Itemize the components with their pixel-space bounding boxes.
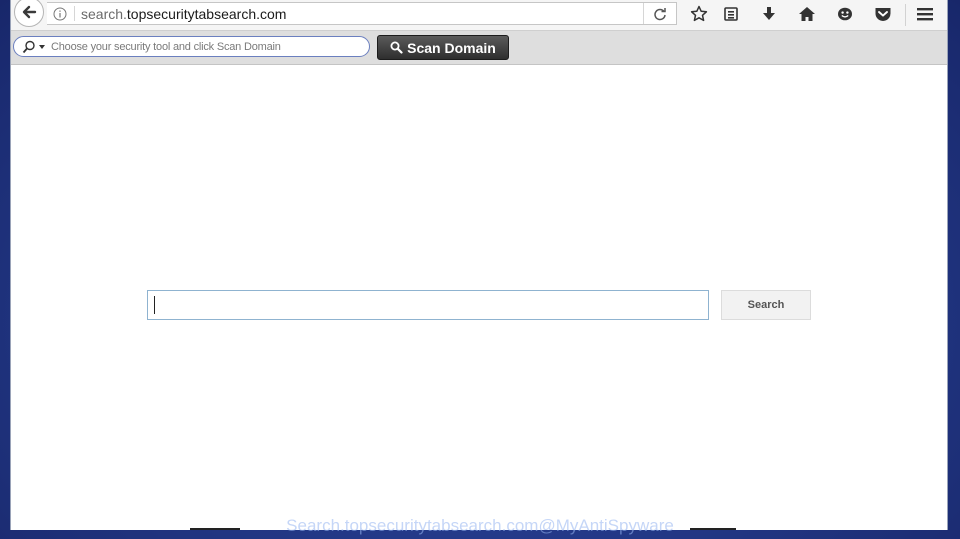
hello-button[interactable]: [835, 4, 855, 24]
search-input[interactable]: [147, 290, 709, 320]
toolbar-separator: [905, 4, 906, 26]
back-button[interactable]: [14, 0, 44, 27]
url-prefix: search.: [81, 5, 127, 22]
home-icon: [799, 7, 815, 21]
bookmark-star-button[interactable]: [689, 4, 709, 24]
chevron-down-icon: [39, 44, 45, 49]
pocket-button[interactable]: [873, 4, 893, 24]
url-separator: [74, 6, 75, 21]
hamburger-menu-icon: [917, 8, 933, 21]
browser-window: search.topsecuritytabsearch.com Choose y…: [10, 0, 948, 530]
bookmarks-list-icon: [724, 7, 738, 21]
reload-button[interactable]: [643, 3, 676, 24]
navigation-toolbar: search.topsecuritytabsearch.com: [11, 0, 947, 31]
search-icon: [390, 41, 403, 54]
url-text[interactable]: search.topsecuritytabsearch.com: [81, 6, 286, 22]
scan-domain-label: Scan Domain: [407, 39, 496, 56]
security-tool-select[interactable]: Choose your security tool and click Scan…: [13, 36, 370, 57]
address-bar[interactable]: search.topsecuritytabsearch.com: [47, 2, 677, 25]
scan-domain-button[interactable]: Scan Domain: [377, 35, 509, 60]
download-icon: [763, 7, 775, 20]
pocket-icon: [875, 8, 891, 21]
home-button[interactable]: [797, 4, 817, 24]
reload-icon: [654, 7, 666, 20]
watermark-text: Search.topsecuritytabsearch.com@MyAntiSp…: [286, 516, 674, 535]
security-tool-placeholder: Choose your security tool and click Scan…: [51, 40, 281, 53]
star-icon: [690, 5, 708, 22]
search-button-label: Search: [747, 299, 785, 311]
back-arrow-icon: [22, 5, 37, 19]
magnifier-icon: [22, 40, 35, 53]
security-addon-toolbar: Choose your security tool and click Scan…: [11, 31, 947, 65]
menu-button[interactable]: [915, 4, 935, 24]
smiley-icon: [838, 7, 852, 21]
search-button[interactable]: Search: [721, 290, 811, 320]
url-domain: topsecuritytabsearch.com: [126, 5, 287, 22]
bookmarks-menu-button[interactable]: [721, 4, 741, 24]
downloads-button[interactable]: [759, 4, 779, 24]
info-icon[interactable]: [53, 7, 67, 21]
text-cursor: [154, 296, 155, 314]
